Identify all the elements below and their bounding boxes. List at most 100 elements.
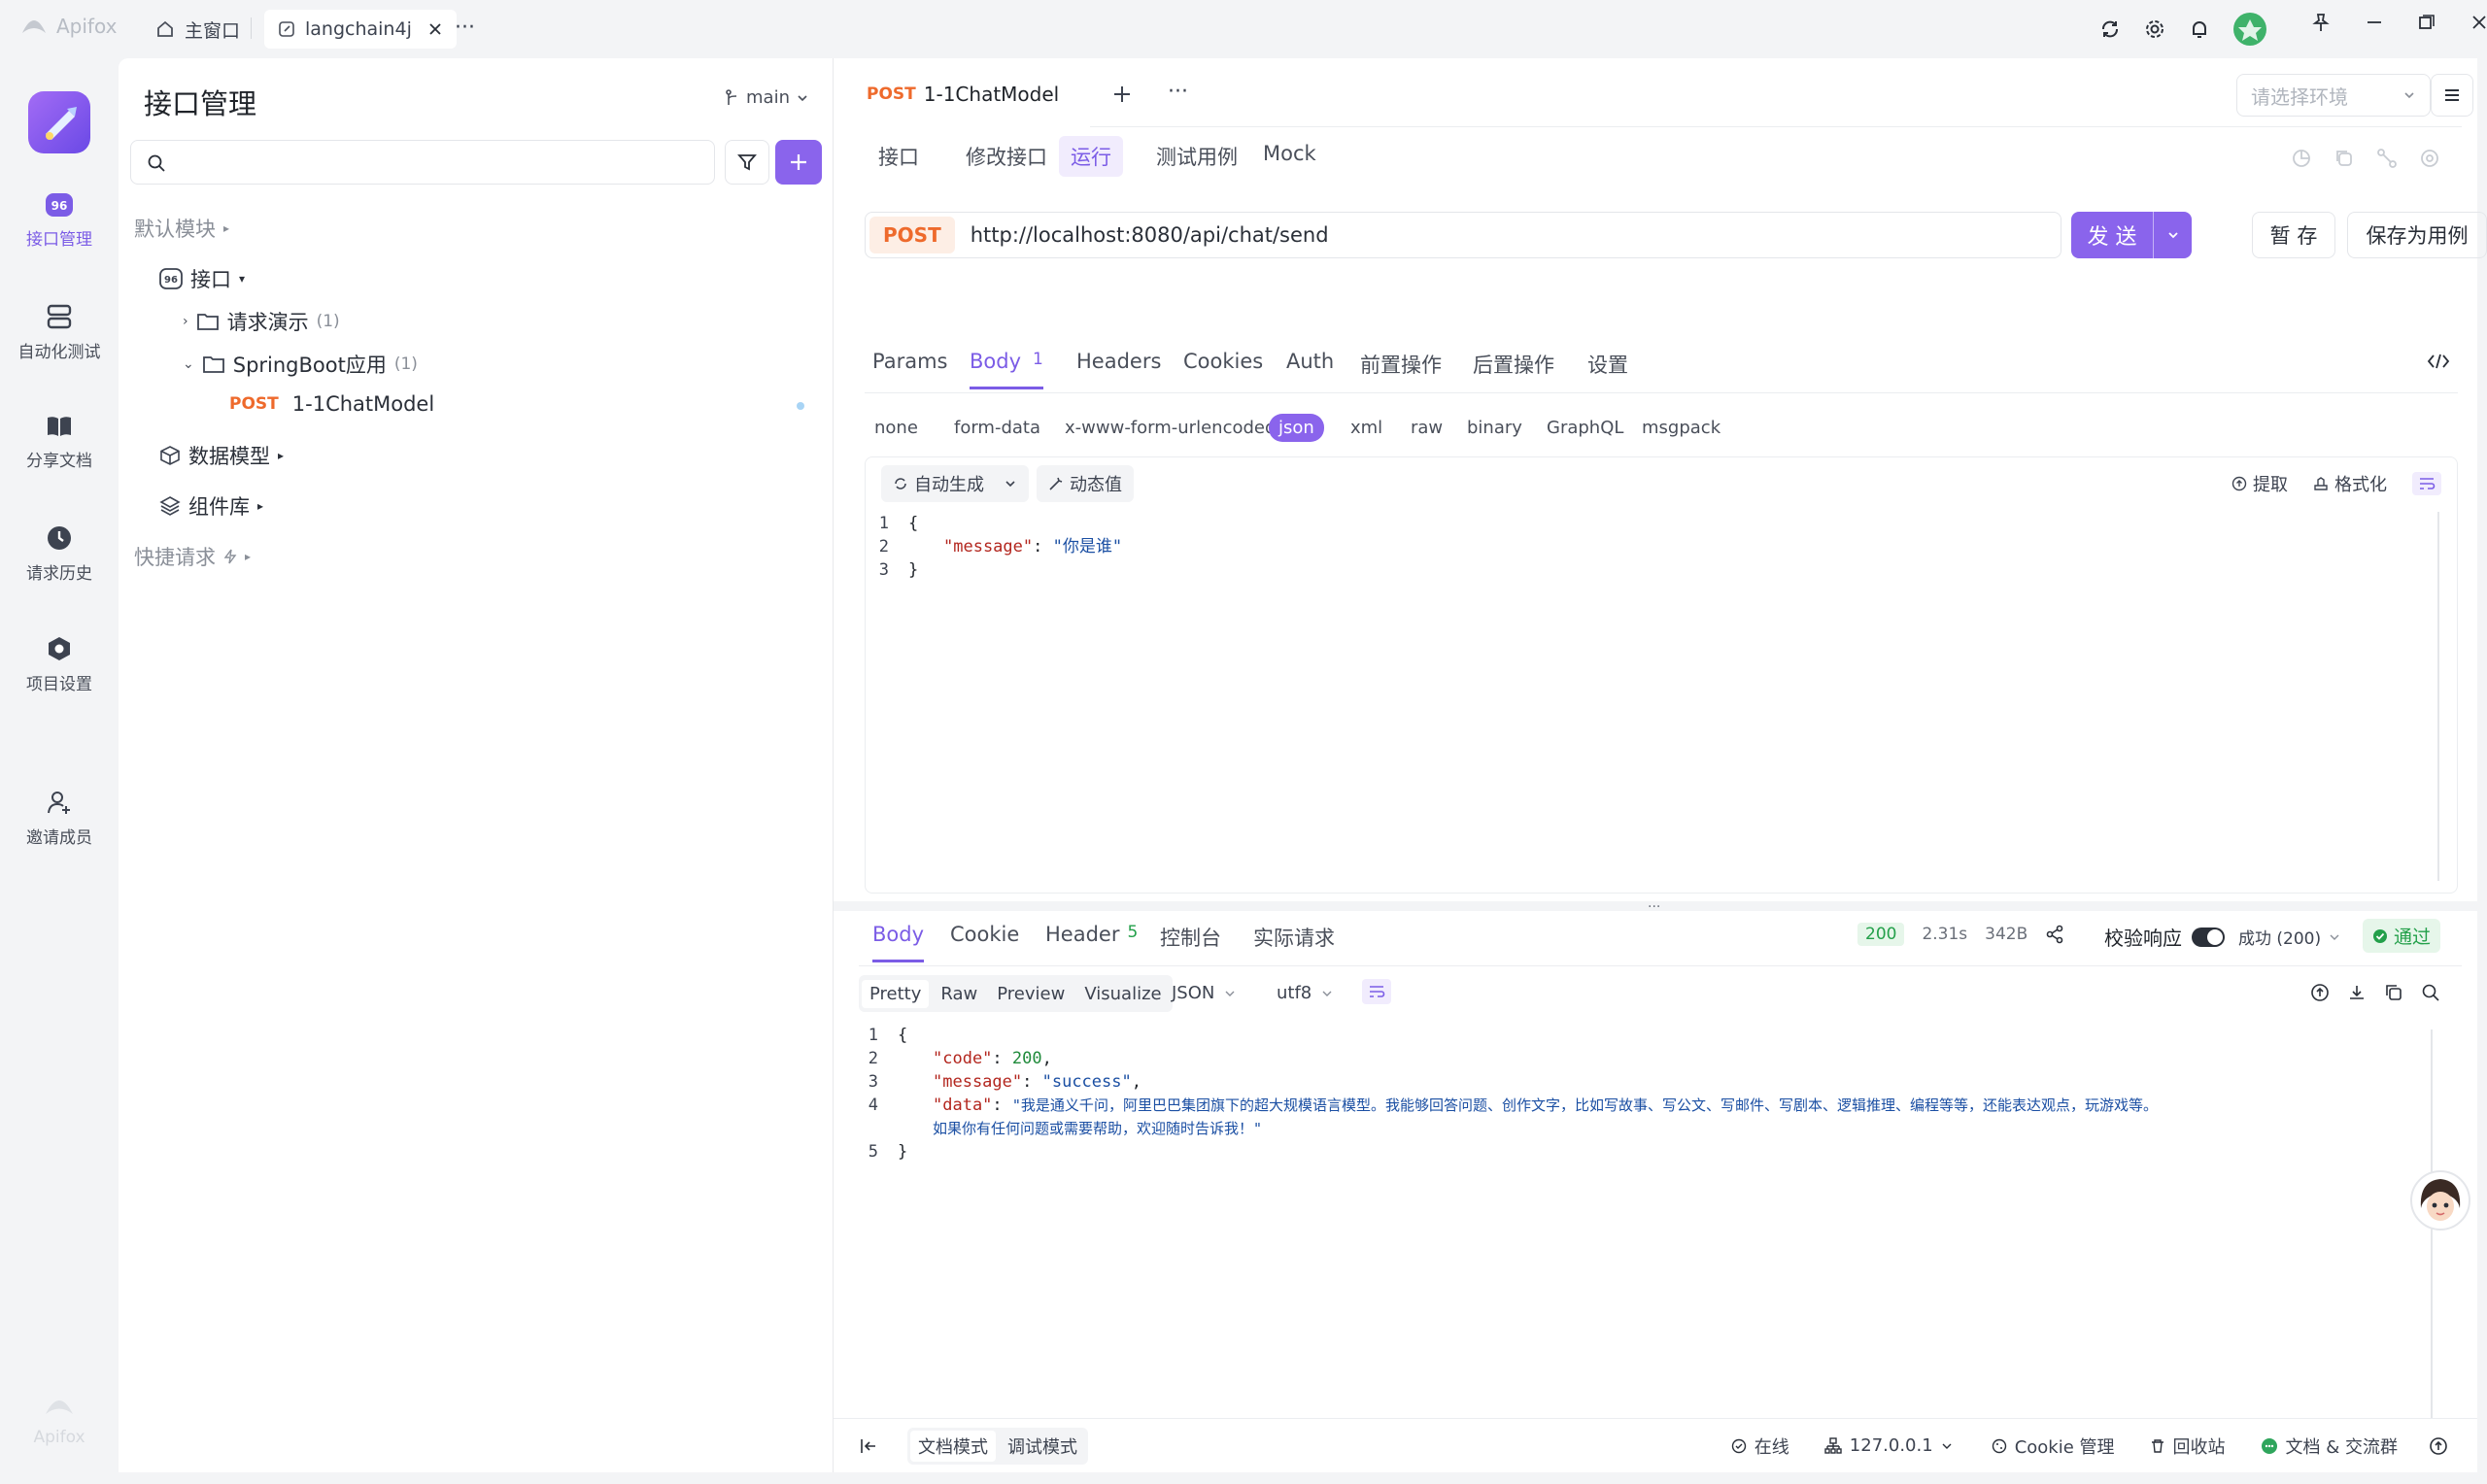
url-bar[interactable]: POST http://localhost:8080/api/chat/send: [865, 212, 2061, 258]
format-select[interactable]: JSON: [1172, 983, 1236, 1003]
settings-icon[interactable]: [2419, 148, 2440, 169]
doc-mode-button[interactable]: 文档模式: [910, 1430, 996, 1462]
download-icon[interactable]: [2347, 983, 2367, 1002]
resp-tab-header[interactable]: Header 5: [1045, 923, 1138, 946]
save-as-case-button[interactable]: 保存为用例: [2347, 212, 2487, 258]
share-link-icon[interactable]: [2376, 148, 2398, 169]
body-type-urlencoded[interactable]: x-www-form-urlencoded: [1055, 414, 1285, 442]
environment-menu-button[interactable]: [2431, 74, 2473, 117]
url-input[interactable]: http://localhost:8080/api/chat/send: [971, 223, 1329, 247]
rail-history[interactable]: 请求历史: [0, 524, 119, 584]
copy-icon[interactable]: [2384, 983, 2403, 1002]
body-type-none[interactable]: none: [865, 414, 928, 442]
view-visualize[interactable]: Visualize: [1076, 980, 1169, 1008]
trash-button[interactable]: 回收站: [2150, 1433, 2226, 1459]
method-select[interactable]: POST: [869, 217, 955, 253]
rail-invite-member[interactable]: 邀请成员: [0, 789, 119, 848]
resp-tab-actual-request[interactable]: 实际请求: [1253, 923, 1335, 952]
rail-project-settings[interactable]: 项目设置: [0, 635, 119, 694]
splitter-handle-icon[interactable]: ···: [1648, 899, 1660, 915]
encoding-select[interactable]: utf8: [1277, 983, 1333, 1003]
tree-default-module[interactable]: 默认模块 ▸: [134, 214, 229, 243]
tree-quick-requests[interactable]: 快捷请求 ▸: [134, 542, 251, 571]
tab-post-processors[interactable]: 后置操作: [1473, 350, 1554, 379]
chevron-down-icon[interactable]: [1004, 477, 1017, 490]
tree-folder-request-demo[interactable]: › 请求演示 (1): [183, 307, 340, 336]
close-window-icon[interactable]: [2470, 13, 2487, 32]
resp-tab-console[interactable]: 控制台: [1160, 923, 1221, 952]
branch-selector[interactable]: main: [725, 87, 809, 108]
tree-folder-springboot[interactable]: ⌄ SpringBoot应用 (1): [183, 350, 418, 379]
wrap-toggle[interactable]: [2412, 472, 2441, 495]
send-dropdown[interactable]: [2153, 212, 2192, 258]
subtab-test-cases[interactable]: 测试用例: [1144, 136, 1249, 177]
share-icon[interactable]: [2045, 925, 2064, 944]
code-view-button[interactable]: [2427, 352, 2450, 371]
view-raw[interactable]: Raw: [933, 980, 985, 1008]
chart-icon[interactable]: [2291, 148, 2312, 169]
tab-body[interactable]: Body 1: [970, 350, 1043, 389]
online-status[interactable]: 在线: [1731, 1433, 1789, 1459]
upload-icon[interactable]: [2310, 983, 2330, 1002]
result-select[interactable]: 成功 (200): [2238, 925, 2340, 949]
host-select[interactable]: 127.0.0.1: [1824, 1435, 1953, 1456]
tree-data-models[interactable]: 数据模型 ▸: [159, 441, 284, 470]
tree-api-root[interactable]: 96 接口 ▾: [159, 264, 245, 293]
body-type-graphql[interactable]: GraphQL: [1537, 414, 1633, 442]
collapse-sidebar-icon[interactable]: [859, 1436, 878, 1456]
minimize-icon[interactable]: [2365, 13, 2384, 32]
body-type-json[interactable]: json: [1269, 414, 1324, 442]
search-icon[interactable]: [2421, 983, 2440, 1002]
extract-button[interactable]: 提取: [2231, 471, 2288, 496]
rail-share-docs[interactable]: 分享文档: [0, 414, 119, 471]
project-logo[interactable]: [28, 91, 90, 157]
subtab-edit-api[interactable]: 修改接口: [954, 136, 1059, 177]
new-tab-button[interactable]: [1111, 84, 1133, 105]
tree-components[interactable]: 组件库 ▸: [159, 491, 263, 521]
tab-pre-processors[interactable]: 前置操作: [1360, 350, 1442, 379]
request-body-editor[interactable]: 自动生成 动态值 提取 格式化 1 {2 "message": "你是谁" 3…: [865, 456, 2458, 894]
more-tabs-button[interactable]: ···: [455, 16, 475, 40]
tab-params[interactable]: Params: [872, 350, 948, 373]
validate-toggle[interactable]: [2192, 927, 2225, 947]
send-button[interactable]: 发 送: [2071, 212, 2192, 258]
rail-automation-test[interactable]: 自动化测试: [0, 303, 119, 362]
body-type-raw[interactable]: raw: [1401, 414, 1452, 442]
tab-settings[interactable]: 设置: [1587, 350, 1628, 379]
editor-scrollbar[interactable]: [2437, 512, 2439, 881]
search-input[interactable]: [130, 140, 715, 185]
tree-endpoint-chatmodel[interactable]: POST 1-1ChatModel: [229, 392, 434, 416]
tab-cookies[interactable]: Cookies: [1183, 350, 1263, 373]
body-type-form-data[interactable]: form-data: [944, 414, 1050, 442]
tab-headers[interactable]: Headers: [1076, 350, 1161, 373]
subtab-mock[interactable]: Mock: [1251, 136, 1328, 171]
save-draft-button[interactable]: 暂 存: [2252, 212, 2335, 258]
tab-main-window[interactable]: 主窗口: [142, 10, 254, 49]
validate-response[interactable]: 校验响应: [2104, 923, 2225, 951]
environment-select[interactable]: 请选择环境: [2236, 74, 2431, 117]
tab-langchain4j[interactable]: langchain4j: [264, 10, 457, 49]
debug-mode-button[interactable]: 调试模式: [1000, 1431, 1085, 1462]
cookie-manager-button[interactable]: Cookie 管理: [1992, 1433, 2115, 1459]
gear-icon[interactable]: [2143, 17, 2166, 41]
response-wrap-toggle[interactable]: [1362, 979, 1391, 1004]
rail-api-management[interactable]: 96 接口管理: [0, 192, 119, 250]
assistant-avatar[interactable]: [2409, 1169, 2471, 1235]
scroll-top-icon[interactable]: [2429, 1436, 2448, 1456]
resp-tab-cookie[interactable]: Cookie: [950, 923, 1019, 946]
refresh-icon[interactable]: [2098, 17, 2122, 41]
dynamic-value-button[interactable]: 动态值: [1037, 465, 1134, 502]
add-button[interactable]: [775, 140, 822, 185]
body-type-msgpack[interactable]: msgpack: [1632, 414, 1730, 442]
bell-icon[interactable]: [2188, 17, 2211, 41]
view-pretty[interactable]: Pretty: [862, 979, 930, 1008]
community-button[interactable]: 文档 & 交流群: [2261, 1433, 2398, 1459]
copy-icon[interactable]: [2334, 148, 2355, 169]
body-type-xml[interactable]: xml: [1341, 414, 1392, 442]
tab-more-button[interactable]: ···: [1168, 80, 1188, 104]
view-preview[interactable]: Preview: [989, 980, 1073, 1008]
subtab-api[interactable]: 接口: [867, 136, 931, 177]
filter-button[interactable]: [725, 140, 769, 185]
request-tab[interactable]: POST 1-1ChatModel: [847, 70, 1079, 120]
close-icon[interactable]: [427, 21, 443, 37]
